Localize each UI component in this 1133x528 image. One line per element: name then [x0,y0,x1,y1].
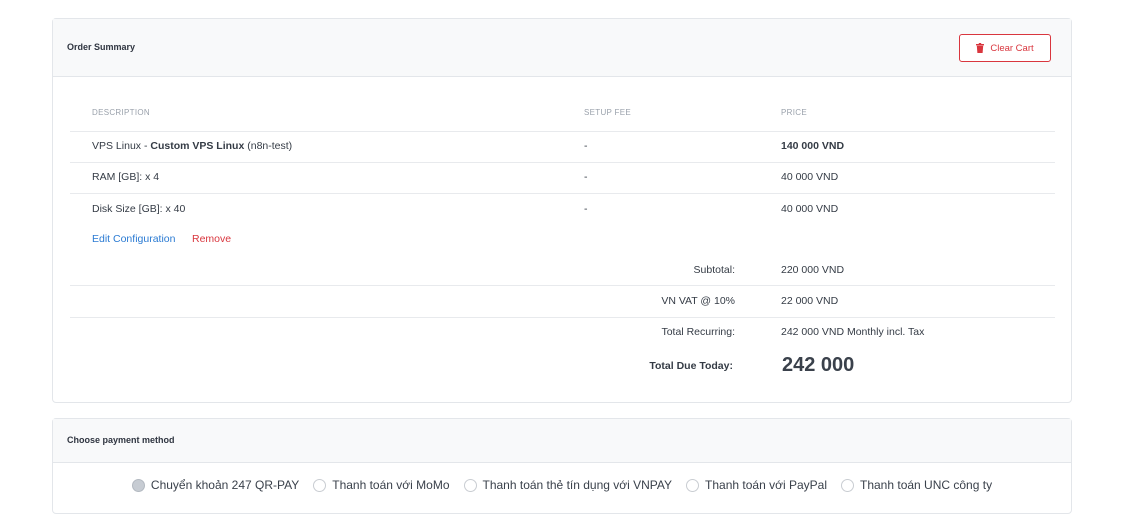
payment-option-label: Thanh toán với PayPal [705,478,827,492]
order-summary-card: Order Summary Clear Cart DESCRIPTION SET… [52,18,1072,403]
remove-link[interactable]: Remove [192,233,231,245]
column-header-description: DESCRIPTION [92,108,150,117]
clear-cart-label: Clear Cart [990,42,1034,54]
subtotal-value: 220 000 VND [781,264,845,276]
radio-button[interactable] [463,478,477,492]
row-divider [70,131,1055,132]
option-disk-setup-fee: - [584,203,588,215]
radio-button[interactable] [131,478,145,492]
product-setup-fee: - [584,140,588,152]
payment-option-label: Thanh toán UNC công ty [860,478,993,492]
subtotal-label: Subtotal: [693,264,735,276]
payment-options: Chuyển khoản 247 QR-PAY Thanh toán với M… [53,478,1071,492]
payment-option-label: Chuyển khoản 247 QR-PAY [150,478,300,492]
radio-button[interactable] [686,478,700,492]
product-prefix: VPS Linux - [92,140,151,152]
radio-button[interactable] [841,478,854,492]
option-ram-setup-fee: - [584,171,588,183]
radio-button[interactable] [313,478,327,492]
total-recurring-label: Total Recurring: [661,326,735,338]
order-summary-header: Order Summary Clear Cart [53,19,1071,77]
clear-cart-button[interactable]: Clear Cart [959,34,1051,62]
vat-value: 22 000 VND [781,295,839,307]
vat-label: VN VAT @ 10% [661,295,735,307]
order-summary-title: Order Summary [67,42,136,52]
product-price: 140 000 VND [781,140,845,152]
payment-option-unc[interactable]: Thanh toán UNC công ty [841,478,992,492]
product-description: VPS Linux - Custom VPS Linux (n8n-test) [92,140,292,152]
trash-icon [976,43,985,53]
product-suffix: (n8n-test) [244,140,293,152]
payment-method-title: Choose payment method [67,435,175,445]
total-due-label: Total Due Today: [649,360,733,372]
edit-configuration-link[interactable]: Edit Configuration [92,233,175,245]
column-header-price: PRICE [781,108,807,117]
column-header-setup-fee: SETUP FEE [584,108,632,117]
row-divider [70,285,1055,286]
row-divider [70,317,1055,318]
row-divider [70,193,1055,194]
payment-option-paypal[interactable]: Thanh toán với PayPal [686,478,827,492]
payment-option-label: Thanh toán với MoMo [332,478,450,492]
payment-method-card: Choose payment method Chuyển khoản 247 Q… [52,418,1072,514]
payment-option-qrpay[interactable]: Chuyển khoản 247 QR-PAY [131,478,300,492]
option-disk-price: 40 000 VND [781,203,839,215]
payment-option-vnpay[interactable]: Thanh toán thẻ tín dụng với VNPAY [463,478,673,492]
row-divider [70,162,1055,163]
total-recurring-value: 242 000 VND Monthly incl. Tax [781,326,925,338]
payment-method-header: Choose payment method [53,419,1071,463]
payment-option-momo[interactable]: Thanh toán với MoMo [313,478,450,492]
option-ram-price: 40 000 VND [781,171,839,183]
option-ram-label: RAM [GB]: x 4 [92,171,160,183]
product-name: Custom VPS Linux [150,140,245,152]
option-disk-label: Disk Size [GB]: x 40 [92,203,186,215]
payment-option-label: Thanh toán thẻ tín dụng với VNPAY [482,478,673,492]
total-due-value: 242 000 [782,354,855,376]
